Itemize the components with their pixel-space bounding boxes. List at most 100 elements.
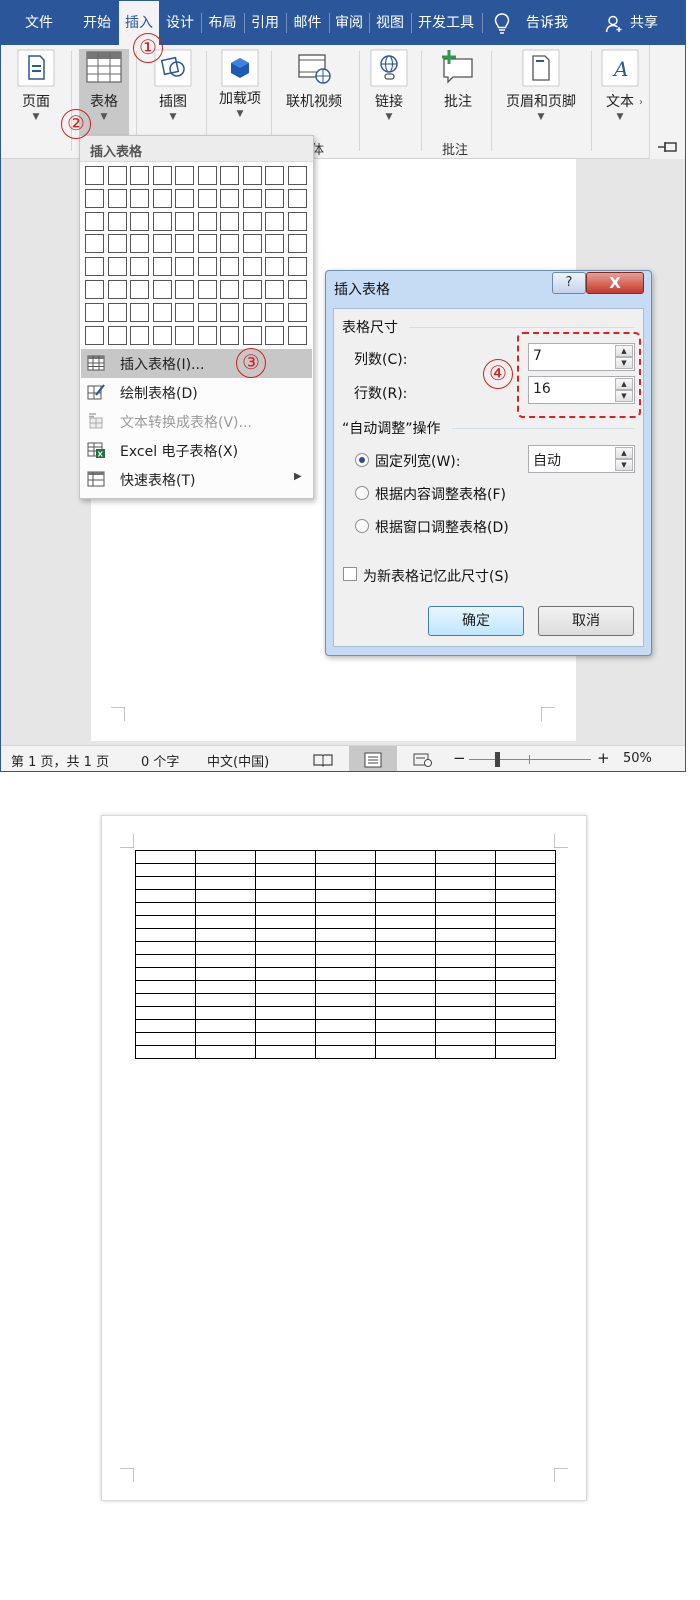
table-cell[interactable] — [495, 993, 556, 1007]
table-cell[interactable] — [315, 980, 376, 994]
chevron-right-icon[interactable]: › — [639, 97, 643, 108]
grid-cell[interactable] — [175, 234, 194, 254]
language[interactable]: 中文(中国) — [207, 751, 269, 770]
grid-cell[interactable] — [265, 188, 284, 208]
grid-cell[interactable] — [85, 188, 104, 208]
table-cell[interactable] — [495, 850, 556, 864]
table-cell[interactable] — [435, 941, 496, 955]
grid-cell[interactable] — [152, 188, 172, 208]
grid-cell[interactable] — [242, 166, 262, 185]
pin-icon[interactable] — [657, 141, 679, 153]
web-layout-icon[interactable] — [413, 753, 433, 767]
grid-cell[interactable] — [175, 280, 194, 299]
grid-cell[interactable] — [130, 302, 149, 322]
table-cell[interactable] — [435, 928, 496, 942]
tab-mailings[interactable]: 邮件 — [287, 1, 328, 45]
table-cell[interactable] — [315, 876, 376, 890]
read-mode-icon[interactable] — [313, 753, 333, 767]
links-button[interactable]: 链接 ▼ — [367, 49, 411, 123]
grid-cell[interactable] — [265, 211, 284, 231]
table-cell[interactable] — [315, 941, 376, 955]
table-cell[interactable] — [135, 993, 196, 1007]
grid-cell[interactable] — [197, 302, 217, 322]
table-cell[interactable] — [375, 915, 436, 929]
table-cell[interactable] — [495, 1032, 556, 1046]
grid-cell[interactable] — [107, 166, 127, 185]
grid-cell[interactable] — [85, 211, 104, 231]
table-cell[interactable] — [135, 967, 196, 981]
grid-cell[interactable] — [197, 257, 217, 277]
grid-cell[interactable] — [242, 234, 262, 254]
table-cell[interactable] — [195, 889, 256, 903]
table-cell[interactable] — [495, 1006, 556, 1020]
grid-cell[interactable] — [107, 188, 127, 208]
tab-developer[interactable]: 开发工具 — [412, 1, 480, 45]
table-cell[interactable] — [495, 954, 556, 968]
tab-layout[interactable]: 布局 — [202, 1, 243, 45]
zoom-level[interactable]: 50% — [623, 751, 652, 766]
grid-cell[interactable] — [175, 166, 194, 185]
table-cell[interactable] — [255, 863, 316, 877]
spin-up-icon[interactable]: ▲ — [615, 447, 633, 459]
table-cell[interactable] — [495, 941, 556, 955]
grid-cell[interactable] — [175, 302, 194, 322]
grid-cell[interactable] — [220, 280, 239, 299]
grid-cell[interactable] — [130, 211, 149, 231]
autofit-content-radio[interactable] — [355, 486, 369, 500]
table-cell[interactable] — [495, 1045, 556, 1059]
grid-cell[interactable] — [107, 234, 127, 254]
table-cell[interactable] — [435, 954, 496, 968]
fixed-width-stepper[interactable]: 自动 ▲ ▼ — [528, 445, 635, 473]
draw-table-item[interactable]: 绘制表格(D) — [81, 378, 312, 407]
table-cell[interactable] — [255, 1032, 316, 1046]
grid-cell[interactable] — [175, 325, 194, 345]
table-cell[interactable] — [315, 850, 376, 864]
table-cell[interactable] — [255, 967, 316, 981]
grid-cell[interactable] — [265, 234, 284, 254]
grid-cell[interactable] — [220, 166, 239, 185]
grid-cell[interactable] — [265, 257, 284, 277]
grid-cell[interactable] — [152, 325, 172, 345]
table-cell[interactable] — [255, 1006, 316, 1020]
table-cell[interactable] — [315, 915, 376, 929]
zoom-slider[interactable] — [469, 759, 591, 760]
table-cell[interactable] — [495, 876, 556, 890]
grid-cell[interactable] — [287, 302, 307, 322]
table-cell[interactable] — [135, 1045, 196, 1059]
table-cell[interactable] — [315, 954, 376, 968]
table-cell[interactable] — [315, 863, 376, 877]
table-cell[interactable] — [495, 902, 556, 916]
table-cell[interactable] — [375, 1019, 436, 1033]
grid-cell[interactable] — [287, 188, 307, 208]
grid-cell[interactable] — [220, 257, 239, 277]
table-cell[interactable] — [435, 993, 496, 1007]
table-cell[interactable] — [195, 993, 256, 1007]
grid-cell[interactable] — [287, 280, 307, 299]
remember-size-checkbox[interactable] — [343, 567, 357, 581]
grid-cell[interactable] — [265, 166, 284, 185]
table-cell[interactable] — [195, 1006, 256, 1020]
grid-cell[interactable] — [85, 257, 104, 277]
spin-down-icon[interactable]: ▼ — [615, 459, 633, 471]
table-cell[interactable] — [375, 1045, 436, 1059]
table-cell[interactable] — [375, 980, 436, 994]
table-cell[interactable] — [255, 850, 316, 864]
grid-cell[interactable] — [130, 166, 149, 185]
grid-cell[interactable] — [107, 302, 127, 322]
grid-cell[interactable] — [85, 234, 104, 254]
grid-cell[interactable] — [197, 325, 217, 345]
table-cell[interactable] — [135, 850, 196, 864]
addins-button[interactable]: 加载项 ▼ — [215, 49, 265, 120]
table-cell[interactable] — [195, 980, 256, 994]
tab-review[interactable]: 审阅 — [330, 1, 368, 45]
grid-cell[interactable] — [85, 302, 104, 322]
zoom-out-button[interactable]: − — [453, 749, 466, 767]
grid-cell[interactable] — [107, 325, 127, 345]
online-video-button[interactable]: 联机视频 — [281, 49, 347, 111]
table-cell[interactable] — [375, 1032, 436, 1046]
grid-cell[interactable] — [287, 325, 307, 345]
comment-button[interactable]: 批注 — [437, 49, 479, 111]
print-layout-button[interactable] — [349, 746, 397, 771]
table-cell[interactable] — [135, 1019, 196, 1033]
grid-cell[interactable] — [287, 166, 307, 185]
